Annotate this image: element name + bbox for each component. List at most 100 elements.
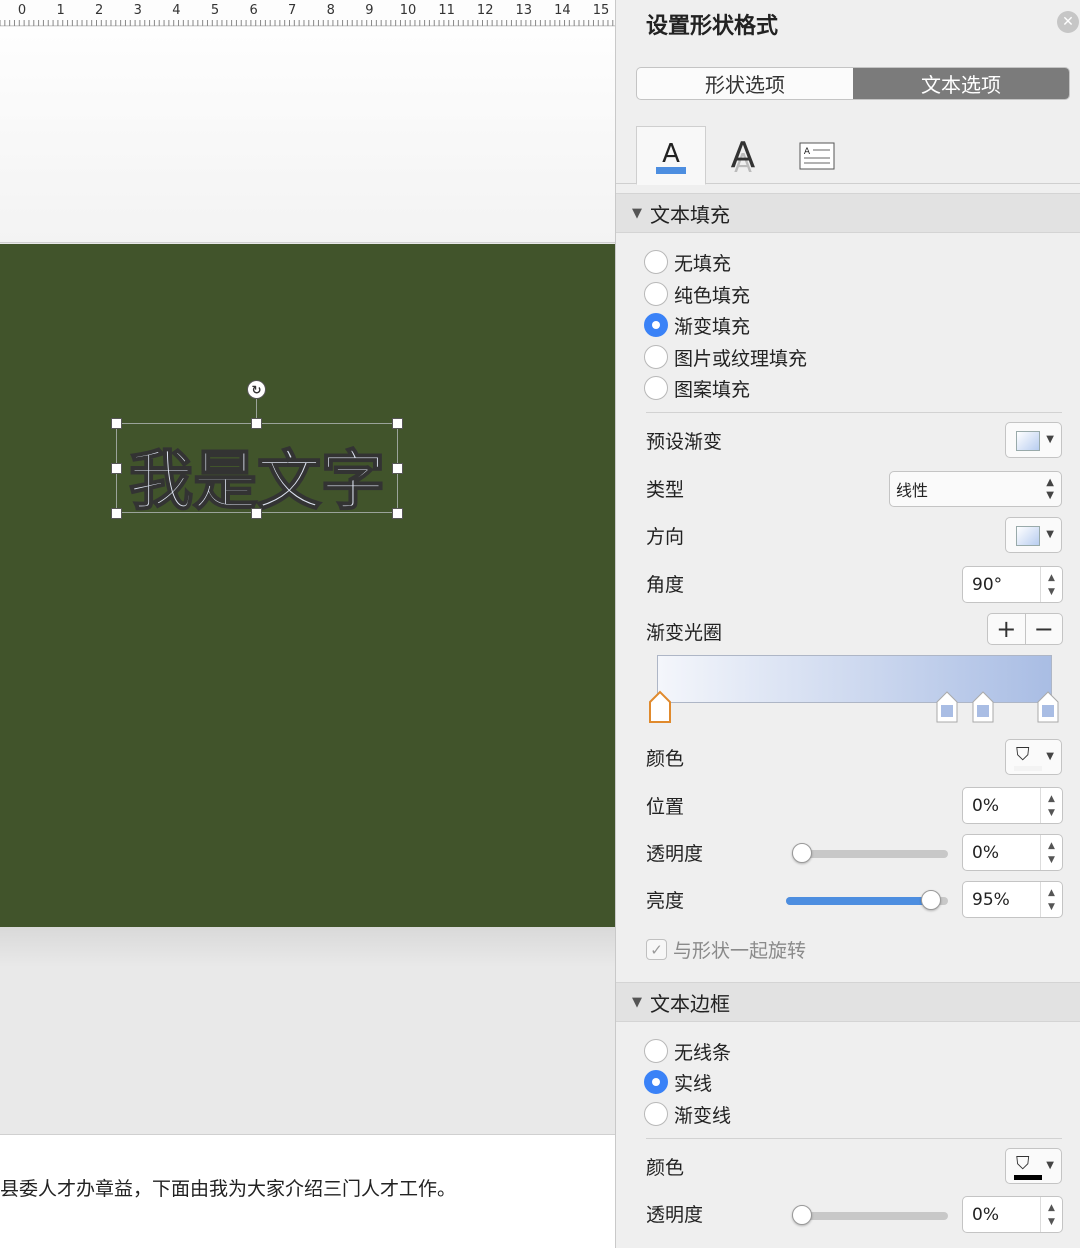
border-transparency-label: 透明度 [646,1204,704,1226]
radio-label: 纯色填充 [674,284,751,307]
pane-title: 设置形状格式 [646,14,779,39]
remove-stop-button[interactable]: − [1026,614,1063,644]
gradient-stop-4[interactable] [1036,690,1060,724]
tab-shape-options[interactable]: 形状选项 [637,68,853,99]
brightness-slider[interactable] [786,890,948,910]
tab-text-effects[interactable]: A A [708,126,778,185]
radio-gradient-fill[interactable]: 渐变填充 [644,311,750,339]
ruler-number: 10 [400,3,417,18]
radio-solid-fill[interactable]: 纯色填充 [644,280,750,308]
radio-button[interactable] [644,282,668,306]
ruler-number: 2 [95,3,103,18]
document-body-text[interactable]: 县委人才办章益，下面由我为大家介绍三门人才工作。 [0,1174,456,1201]
tab-text-options[interactable]: 文本选项 [853,68,1069,99]
stepper-arrows-icon[interactable]: ▲ ▼ [1040,882,1062,917]
preset-gradient-dropdown[interactable]: ▼ [1005,422,1062,458]
transparency-value[interactable]: 0% [972,843,999,863]
resize-handle-top-left[interactable] [111,418,122,429]
svg-text:A: A [662,139,680,169]
resize-handle-bottom-left[interactable] [111,508,122,519]
stop-color-picker[interactable]: ⛉ ▼ [1005,739,1062,775]
resize-handle-bottom[interactable] [251,508,262,519]
radio-gradient-line[interactable]: 渐变线 [644,1100,731,1128]
border-color-picker[interactable]: ⛉ ▼ [1005,1148,1062,1184]
radio-button[interactable] [644,1102,668,1126]
resize-handle-left[interactable] [111,463,122,474]
radio-button[interactable] [644,250,668,274]
direction-dropdown[interactable]: ▼ [1005,517,1062,553]
ruler-number: 12 [477,3,494,18]
transparency-slider[interactable] [792,843,948,863]
radio-no-fill[interactable]: 无填充 [644,248,731,276]
position-stepper[interactable]: 0% ▲ ▼ [962,787,1063,824]
ruler-number: 1 [56,3,64,18]
ruler-number: 0 [18,3,26,18]
radio-button[interactable] [644,1039,668,1063]
slider-knob[interactable] [920,890,941,910]
radio-label: 实线 [674,1072,713,1095]
slide-canvas[interactable] [0,244,615,927]
angle-value[interactable]: 90° [972,575,1002,595]
stepper-arrows-icon[interactable]: ▲ ▼ [1040,788,1062,823]
section-text-border-header[interactable]: ▼ 文本边框 [616,982,1080,1022]
text-fill-outline-icon: A [656,139,686,174]
resize-handle-top-right[interactable] [392,418,403,429]
border-transparency-stepper[interactable]: 0% ▲ ▼ [962,1196,1063,1233]
rotate-handle[interactable]: ↻ [247,380,266,399]
text-box[interactable]: 我是文字 [116,423,398,520]
ruler-number: 15 [593,3,610,18]
stepper-arrows-icon[interactable]: ▲ ▼ [1040,1197,1062,1232]
rotate-with-shape-option[interactable]: ✓ 与形状一起旋转 [646,936,806,963]
close-pane-button[interactable]: ✕ [1057,11,1079,33]
resize-handle-top[interactable] [251,418,262,429]
disclosure-triangle-icon: ▼ [632,205,642,221]
preset-gradient-label: 预设渐变 [646,431,723,453]
ruler-number: 4 [172,3,180,18]
border-transparency-slider[interactable] [792,1205,948,1225]
radio-pattern-fill[interactable]: 图案填充 [644,374,750,402]
add-stop-button[interactable]: + [988,614,1026,644]
radio-solid-line[interactable]: 实线 [644,1068,712,1096]
radio-button-selected[interactable] [644,313,668,337]
type-label: 类型 [646,479,685,501]
gradient-type-select[interactable]: 线性 ▲ ▼ [889,471,1062,507]
angle-stepper[interactable]: 90° ▲ ▼ [962,566,1063,603]
ruler-number: 6 [249,3,257,18]
radio-no-line[interactable]: 无线条 [644,1037,731,1065]
tab-text-fill-outline[interactable]: A [636,126,706,185]
tab-text-box-layout[interactable]: A [782,126,852,185]
ruler-number: 5 [211,3,219,18]
resize-handle-bottom-right[interactable] [392,508,403,519]
radio-button[interactable] [644,345,668,369]
svg-text:A: A [731,135,756,176]
radio-label: 渐变线 [674,1104,732,1127]
section-text-fill-header[interactable]: ▼ 文本填充 [616,193,1080,233]
resize-handle-right[interactable] [392,463,403,474]
ruler-number: 3 [134,3,142,18]
close-icon: ✕ [1062,14,1074,30]
rotate-with-shape-checkbox[interactable]: ✓ [646,939,667,960]
gradient-stop-1-selected[interactable] [648,690,672,724]
ruler-number: 14 [554,3,571,18]
text-effects-icon: A A [731,135,756,178]
stepper-arrows-icon[interactable]: ▲ ▼ [1040,567,1062,602]
radio-button-selected[interactable] [644,1070,668,1094]
brightness-stepper[interactable]: 95% ▲ ▼ [962,881,1063,918]
gradient-type-value: 线性 [896,481,929,500]
radio-button[interactable] [644,376,668,400]
brightness-value[interactable]: 95% [972,890,1010,910]
border-transparency-value[interactable]: 0% [972,1205,999,1225]
position-value[interactable]: 0% [972,796,999,816]
slider-knob[interactable] [792,843,812,863]
radio-picture-texture-fill[interactable]: 图片或纹理填充 [644,343,807,371]
stepper-arrows-icon[interactable]: ▲ ▼ [1040,835,1062,870]
gradient-stop-3[interactable] [971,690,995,724]
horizontal-ruler[interactable]: 0 1 2 3 4 5 6 7 8 9 10 11 12 13 14 15 [0,0,615,26]
direction-label: 方向 [646,526,685,548]
slider-knob[interactable] [792,1205,812,1225]
chevron-down-icon: ▼ [1046,751,1054,762]
transparency-stepper[interactable]: 0% ▲ ▼ [962,834,1063,871]
gradient-stop-2[interactable] [935,690,959,724]
options-segmented-control: 形状选项 文本选项 [636,67,1070,100]
disclosure-triangle-icon: ▼ [632,994,642,1010]
